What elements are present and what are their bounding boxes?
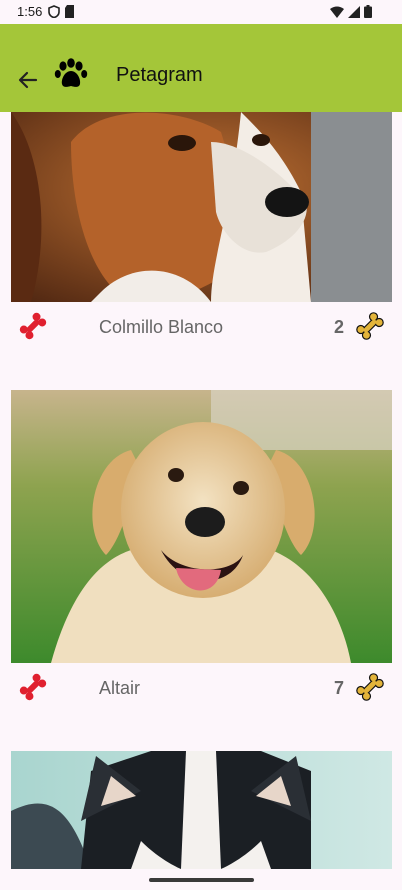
battery-icon [364,5,372,18]
app-bar: Petagram [0,24,402,112]
gesture-nav-handle[interactable] [149,878,254,882]
back-arrow-icon[interactable] [16,68,40,92]
pet-feed[interactable]: Colmillo Blanco 2 Altair 7 [0,112,402,890]
dog-photo-collie-brown-white [11,112,392,302]
red-bone-icon[interactable] [17,310,49,342]
app-title: Petagram [116,64,203,86]
status-left-icons [48,5,75,18]
shield-icon [48,5,60,18]
status-bar: 1:56 [0,0,402,24]
yellow-bone-icon [356,673,384,701]
wifi-icon [330,6,344,18]
red-bone-icon[interactable] [17,671,49,703]
sd-card-icon [65,5,74,18]
paw-icon [54,58,88,87]
status-time: 1:56 [17,4,43,19]
like-count: 2 [333,317,344,337]
signal-icon [348,5,360,18]
dog-photo-golden-retriever [11,390,392,663]
like-count: 7 [333,678,344,698]
status-right-icons [330,5,372,18]
pet-name: Colmillo Blanco [99,317,224,337]
dog-photo-husky [11,751,392,869]
yellow-bone-icon [356,312,384,340]
pet-name: Altair [99,678,141,698]
